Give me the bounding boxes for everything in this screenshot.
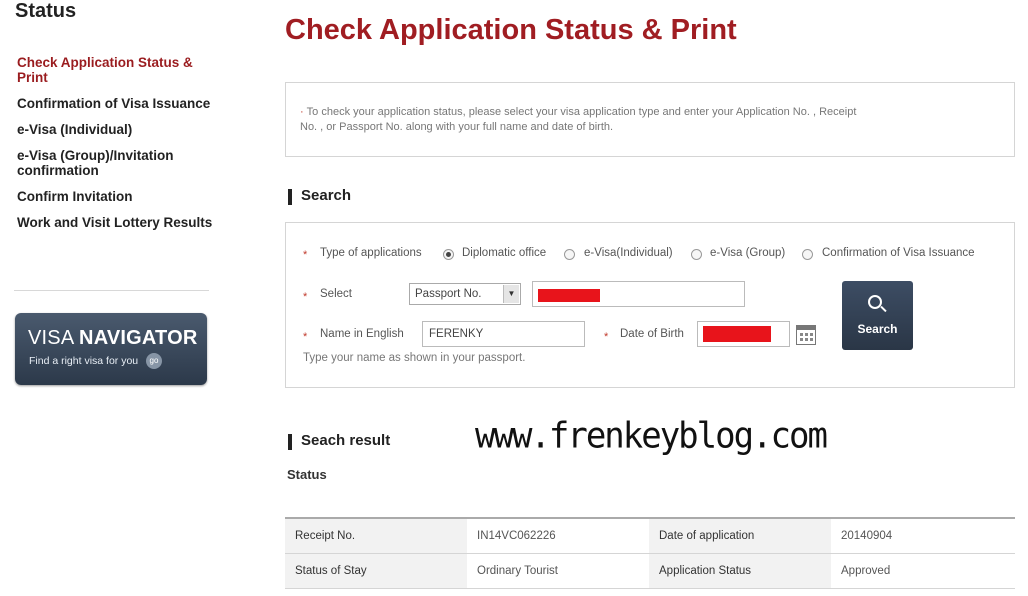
info-text: · To check your application status, pleas… bbox=[300, 105, 860, 135]
navigator-word: NAVIGATOR bbox=[79, 327, 198, 349]
search-button-label: Search bbox=[857, 322, 898, 336]
visa-navigator-banner[interactable]: VISA NAVIGATOR Find a right visa for you… bbox=[15, 313, 207, 385]
required-marker: * bbox=[303, 291, 308, 303]
sidebar-item-lottery-results[interactable]: Work and Visit Lottery Results bbox=[17, 215, 217, 230]
sidebar-item-check-status[interactable]: Check Application Status & Print bbox=[17, 55, 217, 85]
radio-label-diplomatic-office: Diplomatic office bbox=[462, 247, 547, 259]
search-icon bbox=[868, 295, 882, 309]
radio-evisa-individual[interactable] bbox=[564, 249, 575, 260]
calendar-icon[interactable] bbox=[796, 325, 816, 345]
visa-word: VISA bbox=[28, 327, 74, 349]
sidebar-divider bbox=[14, 290, 209, 291]
table-cell: Approved bbox=[831, 553, 1015, 589]
type-of-applications-label: Type of applications bbox=[320, 247, 422, 259]
search-button[interactable]: Search bbox=[842, 281, 913, 350]
radio-label-evisa-group: e-Visa (Group) bbox=[710, 247, 786, 259]
heading-bar-icon bbox=[288, 434, 292, 450]
radio-label-evisa-individual: e-Visa(Individual) bbox=[584, 247, 673, 259]
radio-diplomatic-office[interactable] bbox=[443, 249, 454, 260]
table-header-cell: Status of Stay bbox=[285, 553, 467, 589]
name-hint: Type your name as shown in your passport… bbox=[303, 352, 526, 364]
name-in-english-label: Name in English bbox=[320, 328, 404, 340]
sidebar-item-confirmation-visa[interactable]: Confirmation of Visa Issuance bbox=[17, 96, 217, 111]
table-row: Status of Stay Ordinary Tourist Applicat… bbox=[285, 553, 1015, 589]
table-cell: Ordinary Tourist bbox=[467, 553, 649, 589]
sidebar-nav: Check Application Status & Print Confirm… bbox=[17, 55, 217, 241]
sidebar-item-confirm-invitation[interactable]: Confirm Invitation bbox=[17, 189, 217, 204]
info-box: · To check your application status, pleas… bbox=[285, 82, 1015, 157]
required-marker: * bbox=[604, 331, 609, 343]
table-row: Receipt No. IN14VC062226 Date of applica… bbox=[285, 518, 1015, 554]
required-marker: * bbox=[303, 331, 308, 343]
name-input[interactable]: FERENKY bbox=[422, 321, 585, 347]
search-result-heading-text: Seach result bbox=[301, 432, 391, 449]
date-of-birth-label: Date of Birth bbox=[620, 328, 684, 340]
table-header-cell: Date of application bbox=[649, 518, 831, 554]
sidebar-item-evisa-individual[interactable]: e-Visa (Individual) bbox=[17, 122, 217, 137]
chevron-down-icon[interactable]: ▼ bbox=[503, 285, 519, 303]
search-form: * Type of applications Diplomatic office… bbox=[285, 222, 1015, 388]
sidebar-item-evisa-group[interactable]: e-Visa (Group)/Invitation confirmation bbox=[17, 148, 217, 178]
watermark: www.frenkeyblog.com bbox=[475, 415, 828, 457]
page-title: Check Application Status & Print bbox=[285, 14, 737, 46]
radio-evisa-group[interactable] bbox=[691, 249, 702, 260]
visa-navigator-subtitle: Find a right visa for you bbox=[29, 355, 139, 367]
search-heading: Search bbox=[288, 187, 352, 205]
table-cell: IN14VC062226 bbox=[467, 518, 649, 554]
sidebar-heading: Status bbox=[15, 0, 77, 22]
required-marker: * bbox=[303, 249, 308, 261]
status-label: Status bbox=[287, 467, 327, 482]
dash-icon: · bbox=[300, 106, 304, 118]
table-header-cell: Receipt No. bbox=[285, 518, 467, 554]
redaction-mark bbox=[538, 289, 600, 302]
select-label: Select bbox=[320, 288, 352, 300]
go-icon: go bbox=[146, 353, 162, 369]
heading-bar-icon bbox=[288, 189, 292, 205]
id-type-select[interactable]: Passport No. ▼ bbox=[409, 283, 521, 305]
name-input-value: FERENKY bbox=[429, 328, 484, 340]
search-heading-text: Search bbox=[301, 187, 352, 204]
id-type-select-value: Passport No. bbox=[415, 288, 482, 300]
id-number-input[interactable] bbox=[532, 281, 745, 307]
radio-confirmation-issuance[interactable] bbox=[802, 249, 813, 260]
result-table: Receipt No. IN14VC062226 Date of applica… bbox=[285, 517, 1015, 589]
search-result-heading: Seach result bbox=[288, 432, 391, 450]
dob-input[interactable] bbox=[697, 321, 790, 347]
table-header-cell: Application Status bbox=[649, 553, 831, 589]
visa-navigator-title: VISA NAVIGATOR bbox=[28, 327, 198, 350]
radio-label-confirmation-issuance: Confirmation of Visa Issuance bbox=[822, 247, 975, 259]
redaction-mark bbox=[703, 326, 771, 342]
table-cell: 20140904 bbox=[831, 518, 1015, 554]
info-message: To check your application status, please… bbox=[300, 106, 857, 133]
